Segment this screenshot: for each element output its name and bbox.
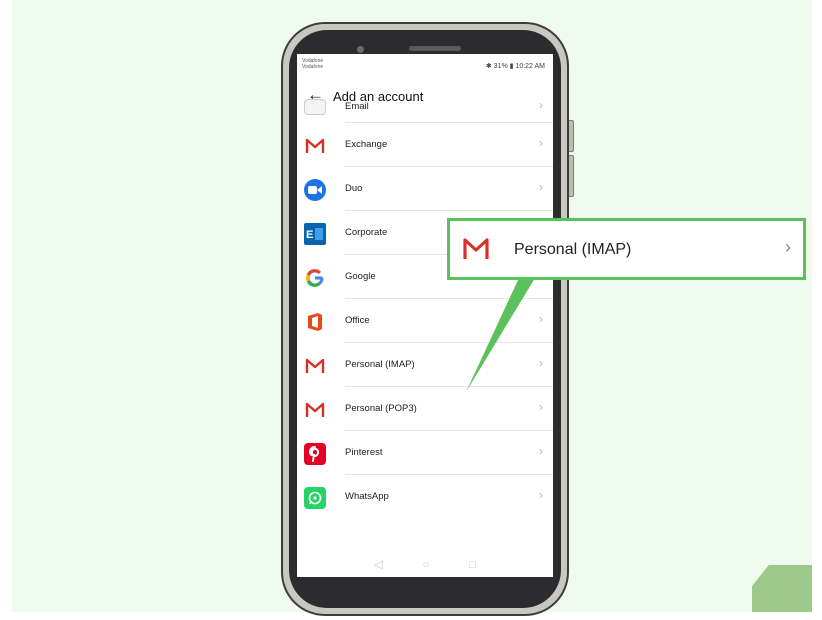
callout-personal-imap[interactable]: Personal (IMAP) › — [447, 218, 806, 280]
navigation-bar: ◁ ○ □ — [297, 552, 553, 577]
chevron-right-icon: › — [539, 312, 543, 326]
nav-home-icon[interactable]: ○ — [423, 559, 430, 571]
carrier-line-2: Vodafone — [302, 64, 324, 70]
chevron-right-icon: › — [539, 136, 543, 150]
list-item-label: Personal (POP3) — [345, 403, 417, 414]
gmail-m-icon — [304, 135, 326, 157]
email-icon — [304, 99, 326, 115]
google-icon — [304, 267, 326, 289]
svg-text:E: E — [306, 229, 313, 241]
chevron-right-icon: › — [539, 400, 543, 414]
gmail-m-icon — [304, 355, 326, 377]
list-item-label: Email — [345, 101, 369, 112]
duo-icon — [304, 179, 326, 201]
list-item-duo[interactable]: Duo › — [297, 167, 553, 211]
list-item-label: Personal (IMAP) — [345, 359, 415, 370]
list-item-label: WhatsApp — [345, 491, 389, 502]
chevron-right-icon: › — [539, 356, 543, 370]
chevron-right-icon: › — [539, 488, 543, 502]
chevron-right-icon: › — [539, 98, 543, 112]
phone-screen: Vodafone Vodafone ✱ 31% ▮ 10:22 AM ← Add… — [297, 54, 553, 577]
status-bar: Vodafone Vodafone ✱ 31% ▮ 10:22 AM — [297, 54, 553, 80]
list-item-office[interactable]: Office › — [297, 299, 553, 343]
callout-label: Personal (IMAP) — [514, 241, 632, 258]
list-item-whatsapp[interactable]: WhatsApp › — [297, 475, 553, 519]
list-item-label: Pinterest — [345, 447, 383, 458]
list-item-label: Duo — [345, 183, 363, 194]
status-indicators: ✱ 31% ▮ 10:22 AM — [485, 63, 545, 70]
office-icon — [304, 311, 326, 333]
list-item-label: Office — [345, 315, 370, 326]
speaker-grille — [409, 46, 461, 51]
carrier-label: Vodafone Vodafone — [302, 58, 323, 70]
chevron-right-icon: › — [539, 180, 543, 194]
exchange-icon: E — [304, 223, 326, 245]
list-item-label: Exchange — [345, 139, 388, 150]
list-item-pinterest[interactable]: Pinterest › — [297, 431, 553, 475]
list-item-personal-pop3[interactable]: Personal (POP3) › — [297, 387, 553, 431]
whatsapp-icon — [304, 487, 326, 509]
list-item-email[interactable]: Email › — [297, 79, 553, 123]
pinterest-icon — [304, 443, 326, 465]
list-item-label: Corporate — [345, 227, 388, 238]
nav-recents-icon[interactable]: □ — [469, 559, 476, 571]
chevron-right-icon: › — [785, 237, 791, 257]
list-item-label: Google — [345, 271, 376, 282]
chevron-right-icon: › — [539, 444, 543, 458]
camera-icon — [357, 46, 364, 53]
nav-back-icon[interactable]: ◁ — [374, 558, 382, 571]
gmail-m-icon — [462, 237, 490, 261]
list-item-personal-imap[interactable]: Personal (IMAP) › — [297, 343, 553, 387]
list-item-exchange[interactable]: Exchange › — [297, 123, 553, 167]
gmail-m-icon — [304, 399, 326, 421]
